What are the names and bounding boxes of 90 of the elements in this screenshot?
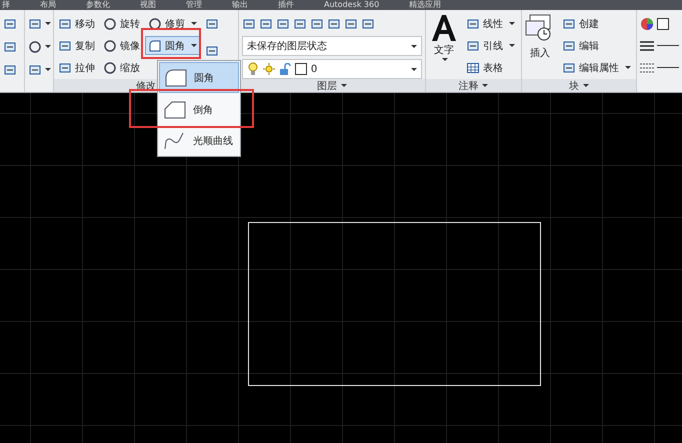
text-icon <box>430 14 457 42</box>
caret-icon <box>44 22 51 25</box>
layer-icon <box>344 16 358 30</box>
caret-icon <box>340 84 347 87</box>
menu-item[interactable]: 圆角 <box>159 62 239 93</box>
caret-icon <box>583 84 589 87</box>
tool-icon <box>466 38 480 52</box>
ribbon-tab[interactable]: 择 <box>2 0 10 10</box>
tool-icon <box>148 38 162 52</box>
layer-icon <box>360 16 375 30</box>
fillet-icon <box>164 68 188 88</box>
ribbon-tab[interactable]: Autodesk 360 <box>324 0 380 10</box>
tool-icon <box>562 38 576 52</box>
tool-icon <box>466 16 480 30</box>
caret-icon <box>508 44 515 47</box>
tool-button[interactable]: 编辑属性 <box>559 58 634 77</box>
line-sample <box>657 45 679 46</box>
panel-title[interactable]: 块 <box>569 78 579 92</box>
lock-icon <box>278 63 291 75</box>
tool-button[interactable]: 表格 <box>462 58 518 77</box>
caret-icon <box>190 22 197 25</box>
layer-icon <box>276 16 290 30</box>
tool-icon <box>3 62 17 76</box>
insert-button[interactable]: 插入 <box>525 14 555 79</box>
tool-icon <box>562 60 576 74</box>
sun-icon <box>262 63 275 75</box>
layer-state-dropdown[interactable]: 未保存的图层状态 <box>242 36 422 56</box>
caret-icon <box>44 68 51 71</box>
caret-icon <box>44 45 51 48</box>
ribbon-tab[interactable]: 布局 <box>40 0 56 10</box>
tool-button[interactable]: 拉伸 <box>54 58 98 77</box>
tool-button[interactable]: 线性 <box>462 14 518 33</box>
tool-button[interactable]: 圆角 <box>144 36 200 55</box>
ribbon-tab[interactable]: 视图 <box>140 0 156 10</box>
layer-icon <box>310 16 324 30</box>
panel-title[interactable]: 图层 <box>316 78 337 92</box>
layer-icon <box>242 16 256 30</box>
tool-icon <box>28 62 42 76</box>
ribbon-tab[interactable]: 参数化 <box>86 0 110 10</box>
tool-button[interactable]: 缩放 <box>100 58 143 77</box>
tool-icon <box>28 16 42 30</box>
ribbon-tab[interactable]: 管理 <box>186 0 202 10</box>
highlight-frame <box>140 28 201 59</box>
layer-icon <box>258 16 273 30</box>
color-swatch <box>294 63 307 75</box>
tool-icon <box>204 44 219 58</box>
caret-icon <box>508 22 515 25</box>
tool-icon <box>58 60 72 74</box>
caret-icon <box>442 58 448 61</box>
tool-button[interactable]: 修剪 <box>144 14 200 33</box>
tool-button[interactable]: 编辑 <box>559 36 634 55</box>
tool-button[interactable]: 创建 <box>559 14 634 33</box>
tool-icon <box>58 38 72 52</box>
tool-button[interactable]: 引线 <box>462 36 518 55</box>
chamfer-icon <box>163 100 187 120</box>
bulb-icon <box>246 62 259 76</box>
tool-icon <box>58 16 72 30</box>
menu-item[interactable]: 倒角 <box>159 95 239 124</box>
lineweight-icon <box>640 40 654 50</box>
menu-item[interactable]: 光顺曲线 <box>159 126 239 155</box>
ribbon-tab[interactable]: 精选应用 <box>409 0 442 10</box>
tool-button[interactable]: 旋转 <box>100 14 143 33</box>
tool-button[interactable]: 移动 <box>54 14 98 33</box>
caret-icon <box>410 68 417 70</box>
tool-icon <box>28 40 42 54</box>
color-wheel-icon <box>640 16 654 30</box>
ribbon-tab[interactable]: 插件 <box>278 0 294 10</box>
linetype-icon <box>640 62 654 72</box>
tool-icon <box>3 16 17 30</box>
tool-button[interactable]: 镜像 <box>100 36 143 55</box>
ribbon-tab[interactable]: 输出 <box>232 0 248 10</box>
tool-button[interactable]: 复制 <box>54 36 98 55</box>
tool-icon <box>102 38 117 52</box>
layer-icon <box>292 16 307 30</box>
tool-icon <box>3 40 17 54</box>
layer-icon <box>326 16 341 30</box>
tool-icon <box>102 16 117 30</box>
caret-icon <box>482 84 488 87</box>
line-sample <box>657 67 679 68</box>
layer-dropdown[interactable]: 0 <box>242 59 422 79</box>
text-button[interactable]: 文字 <box>428 14 459 79</box>
tool-icon <box>102 60 117 74</box>
tool-icon <box>148 16 162 30</box>
tool-icon <box>562 16 576 30</box>
caret-icon <box>410 44 417 48</box>
color-swatch <box>657 18 669 30</box>
tool-icon <box>204 16 219 30</box>
caret-icon <box>625 66 631 69</box>
caret-icon <box>190 44 197 47</box>
tool-icon <box>466 60 480 74</box>
